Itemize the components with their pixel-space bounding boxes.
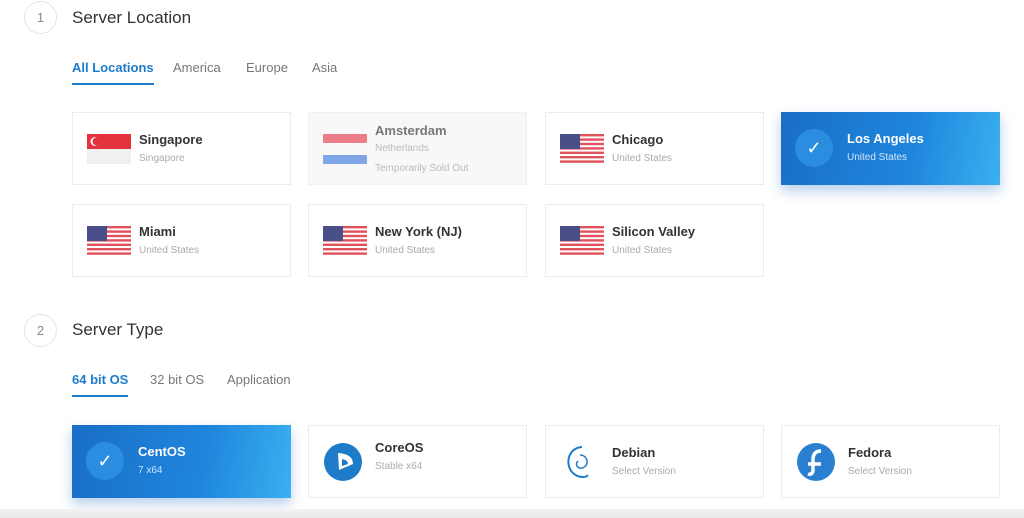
- tab-europe[interactable]: Europe: [246, 60, 288, 83]
- section-title-location: Server Location: [72, 8, 192, 27]
- card-title: CentOS: [138, 444, 186, 459]
- tab-64-bit-os[interactable]: 64 bit OS: [72, 372, 129, 397]
- card-fedora[interactable]: Fedora Select Version: [781, 425, 1000, 498]
- card-new-york-nj-[interactable]: New York (NJ) United States: [308, 204, 527, 277]
- card-silicon-valley[interactable]: Silicon Valley United States: [545, 204, 764, 277]
- card-miami[interactable]: Miami United States: [72, 204, 291, 277]
- card-title: Los Angeles: [847, 131, 924, 146]
- card-title: Miami: [139, 224, 176, 239]
- card-subtitle: Stable x64: [375, 461, 423, 472]
- card-subtitle: United States: [847, 152, 908, 163]
- card-chicago[interactable]: Chicago United States: [545, 112, 764, 185]
- card-los-angeles[interactable]: ✓ Los Angeles United States: [781, 112, 1000, 185]
- tab-america[interactable]: America: [173, 60, 221, 83]
- tab-32-bit-os[interactable]: 32 bit OS: [150, 372, 204, 395]
- card-subtitle: United States: [612, 153, 673, 164]
- card-debian[interactable]: Debian Select Version: [545, 425, 764, 498]
- card-amsterdam: Amsterdam Netherlands Temporarily Sold Out: [308, 112, 527, 185]
- card-subtitle: Select Version: [612, 466, 676, 477]
- tab-all-locations[interactable]: All Locations: [72, 60, 154, 85]
- card-title: New York (NJ): [375, 224, 462, 239]
- card-title: Singapore: [139, 132, 203, 147]
- bottom-bar: [0, 509, 1024, 518]
- card-subtitle: United States: [612, 245, 673, 256]
- card-title: Debian: [612, 445, 656, 460]
- card-subtitle: United States: [375, 245, 436, 256]
- sold-out-note: Temporarily Sold Out: [375, 163, 469, 174]
- card-title: Silicon Valley: [612, 224, 696, 239]
- card-title: Fedora: [848, 445, 892, 460]
- card-subtitle: 7 x64: [138, 465, 163, 476]
- card-subtitle: Netherlands: [375, 143, 429, 154]
- card-title: CoreOS: [375, 440, 424, 455]
- card-subtitle: Singapore: [139, 153, 185, 164]
- tab-asia[interactable]: Asia: [312, 60, 337, 83]
- tab-application[interactable]: Application: [227, 372, 291, 395]
- step-number-2: 2: [24, 314, 57, 347]
- card-coreos[interactable]: CoreOS Stable x64: [308, 425, 527, 498]
- section-title-server-type: Server Type: [72, 320, 164, 339]
- card-subtitle: Select Version: [848, 466, 912, 477]
- card-title: Amsterdam: [375, 123, 447, 138]
- check-icon: ✓: [86, 442, 124, 480]
- card-subtitle: United States: [139, 245, 200, 256]
- card-centos[interactable]: ✓ CentOS 7 x64: [72, 425, 291, 498]
- card-title: Chicago: [612, 132, 664, 147]
- card-singapore[interactable]: Singapore Singapore: [72, 112, 291, 185]
- step-number-1: 1: [24, 1, 57, 34]
- check-icon: ✓: [795, 129, 833, 167]
